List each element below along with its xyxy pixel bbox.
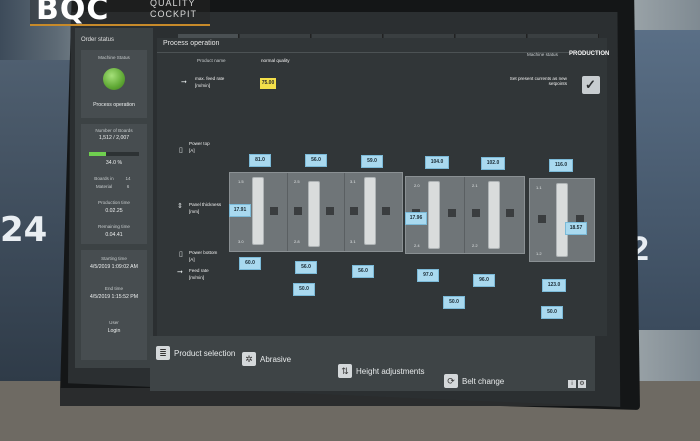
sanding-head-group-3: 1.1 1.2 [529, 178, 595, 262]
end-time-label: End time [104, 286, 124, 291]
machine-state-panel: Machine Status Process operation [81, 50, 147, 118]
start-time: 4/5/2019 1:09:02 AM [90, 264, 138, 270]
feed-rate-unit: [m/min] [189, 275, 205, 280]
panel-thickness-value-2[interactable]: 17.96 [405, 212, 427, 225]
height-adjustments-button[interactable]: ⇅ Height adjustments [338, 364, 424, 378]
counter-value: 1,512 / 2,007 [98, 135, 130, 141]
production-time: 0.02.25 [105, 208, 123, 214]
power-bottom-value-6[interactable]: 123.0 [542, 279, 566, 292]
sanding-head-group-1: 1.5 2.5 3.1 3.0 2.8 3.1 [229, 172, 403, 252]
logo-mark: BQC [36, 0, 110, 27]
feed-rate-label: Feed rate [189, 268, 209, 273]
product-selection-button[interactable]: ≣ Product selection [156, 346, 235, 360]
state-label: Machine Status [98, 55, 130, 60]
power-bottom-value-5[interactable]: 96.0 [473, 274, 495, 287]
setpoints-text: Set present currents as new setpoints [509, 76, 567, 86]
power-top-value-5[interactable]: 102.0 [481, 157, 505, 170]
panel-thickness-unit: [mm] [189, 209, 200, 214]
brand-logo: BQC QUALITY COCKPIT [30, 0, 210, 27]
max-feed-unit: [m/min] [195, 83, 211, 88]
max-feed-label: max. feed rate [195, 76, 225, 81]
power-bottom-value-3[interactable]: 56.0 [352, 265, 374, 278]
roller-1 [252, 177, 264, 245]
setpoints-confirm-checkbox[interactable]: ✓ [582, 76, 600, 94]
power-bottom-unit: [A] [189, 257, 195, 262]
page-title: Process operation [163, 40, 220, 47]
settings-icon[interactable]: ⚙ [578, 380, 586, 388]
status-indicator-icon [103, 68, 125, 90]
order-progress-bar [89, 152, 139, 156]
power-top-icon: ▯ [179, 147, 183, 154]
panel-thickness-label: Panel thickness [189, 202, 222, 207]
power-bottom-value-2[interactable]: 56.0 [295, 261, 317, 274]
end-time: 4/5/2019 1:15:52 PM [89, 294, 139, 300]
logo-underline [30, 24, 210, 26]
machine-status-label: Machine status [527, 52, 558, 57]
feed-rate-value-3[interactable]: 50.0 [541, 306, 563, 319]
background-machine-left: 24 [0, 60, 70, 390]
power-bottom-value-1[interactable]: 60.0 [239, 257, 261, 270]
product-name-label: Product name [197, 58, 226, 63]
state-text: Process operation [93, 102, 135, 108]
start-time-label: Starting time [101, 256, 127, 261]
feed-rate-value-2[interactable]: 50.0 [443, 296, 465, 309]
remaining-time-label: Remaining time [98, 224, 130, 229]
power-bottom-icon: ▯ [179, 251, 183, 258]
feed-rate-value-1[interactable]: 50.0 [293, 283, 315, 296]
panel-thickness-icon: ⇕ [177, 203, 183, 210]
abrasive-button[interactable]: ✲ Abrasive [242, 352, 291, 366]
belt-change-label: Belt change [462, 376, 505, 386]
process-operation-panel: Process operation Product name normal qu… [157, 38, 610, 336]
power-top-value-3[interactable]: 59.0 [361, 155, 383, 168]
roller-3 [364, 177, 376, 245]
panel-thickness-value-3[interactable]: 18.57 [565, 222, 587, 235]
power-top-value-6[interactable]: 116.0 [549, 159, 573, 172]
logo-subtitle-1: QUALITY [150, 0, 196, 8]
counters-panel: Number of Boards 1,512 / 2,007 34.0 % Bo… [81, 124, 147, 244]
power-bottom-value-4[interactable]: 97.0 [417, 269, 439, 282]
user-label: User [109, 320, 119, 325]
login-button[interactable]: Login [81, 328, 147, 334]
abrasive-icon: ✲ [242, 352, 256, 366]
power-top-label: Power top [189, 141, 210, 146]
checkmark-icon: ✓ [585, 77, 596, 92]
roller-6 [556, 183, 568, 257]
max-feed-arrow-icon: ➞ [181, 79, 187, 86]
power-bottom-label: Power bottom [189, 250, 218, 255]
roller-4 [428, 181, 440, 249]
power-top-unit: [A] [189, 148, 195, 153]
abrasive-label: Abrasive [260, 354, 292, 364]
counter-label: Number of Boards [95, 128, 133, 133]
power-top-value-4[interactable]: 104.0 [425, 156, 449, 169]
height-adjustments-label: Height adjustments [356, 366, 425, 376]
product-list-icon: ≣ [156, 346, 170, 360]
machine-status-value: PRODUCTION [569, 51, 610, 57]
roller-5 [488, 181, 500, 249]
belt-change-icon: ⟳ [444, 374, 458, 388]
normal-quality-label: normal quality [261, 58, 290, 63]
info-icon[interactable]: i [568, 380, 576, 388]
belt-change-button[interactable]: ⟳ Belt change [444, 374, 504, 388]
row-material-value: 6 [126, 184, 130, 189]
sidebar-title: Order status [81, 37, 115, 43]
times-panel: Starting time 4/5/2019 1:09:02 AM End ti… [81, 250, 147, 360]
row-boards-value: 14 [125, 176, 131, 181]
production-time-label: Production time [98, 200, 130, 205]
order-status-sidebar: Order status Machine Status Process oper… [75, 28, 153, 368]
roller-2 [308, 181, 320, 247]
remaining-time: 0.04.41 [105, 232, 123, 238]
power-top-value-1[interactable]: 81.0 [249, 154, 271, 167]
height-adjust-icon: ⇅ [338, 364, 352, 378]
panel-thickness-value-1[interactable]: 17.91 [229, 204, 251, 217]
feed-rate-icon: ➞ [177, 269, 183, 276]
power-top-value-2[interactable]: 56.0 [305, 154, 327, 167]
function-bar: ≣ Product selection ✲ Abrasive ⇅ Height … [150, 336, 595, 391]
max-feed-value[interactable]: 75.00 [260, 78, 276, 89]
product-selection-label: Product selection [174, 348, 236, 358]
progress-text: 34.0 % [105, 160, 123, 166]
logo-subtitle-2: COCKPIT [150, 9, 198, 19]
